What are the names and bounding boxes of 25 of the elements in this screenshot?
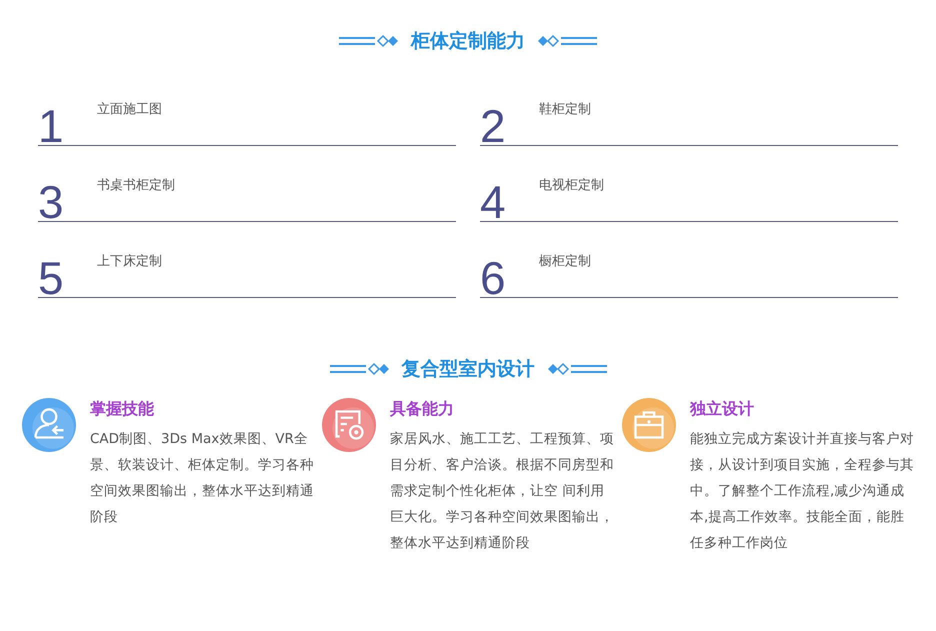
section-title: 复合型室内设计: [402, 357, 534, 382]
feature-description: CAD制图、3Ds Max效果图、VR全景、软装设计、柜体定制。学习各种空间效果图输出，整体水平达到精通阶段: [90, 430, 314, 527]
item-label: 书桌书柜定制: [97, 177, 175, 194]
ornament-icon: [330, 362, 392, 376]
briefcase-icon: [622, 398, 676, 452]
feature-title: 具备能力: [390, 398, 455, 420]
item-number: 5: [38, 255, 65, 301]
item-label: 电视柜定制: [539, 177, 604, 194]
item-number: 6: [480, 255, 507, 301]
section-title: 柜体定制能力: [411, 29, 525, 54]
feature-description: 能独立完成方案设计并直接与客户对接，从设计到项目实施，全程参与其中。了解整个工作流程,减少沟通成本,提高工作效率。技能全面，能胜任多种工作岗位: [690, 430, 914, 553]
person-icon: [22, 398, 76, 452]
item-number: 4: [480, 179, 507, 225]
feature-title: 独立设计: [690, 398, 755, 420]
item-label: 上下床定制: [97, 253, 162, 270]
item-number: 1: [38, 103, 65, 149]
ornament-icon: [339, 34, 401, 48]
feature-title: 掌握技能: [90, 398, 155, 420]
item-label: 鞋柜定制: [539, 101, 591, 118]
item-label: 橱柜定制: [539, 253, 591, 270]
document-icon: [322, 398, 376, 452]
item-label: 立面施工图: [97, 101, 162, 118]
feature-description: 家居风水、施工工艺、工程预算、项目分析、客户洽谈。根据不同房型和需求定制个性化柜体，让空 间利用巨大化。学习各种空间效果图输出，整体水平达到精通阶段: [390, 430, 614, 553]
item-number: 2: [480, 103, 507, 149]
item-number: 3: [38, 179, 65, 225]
